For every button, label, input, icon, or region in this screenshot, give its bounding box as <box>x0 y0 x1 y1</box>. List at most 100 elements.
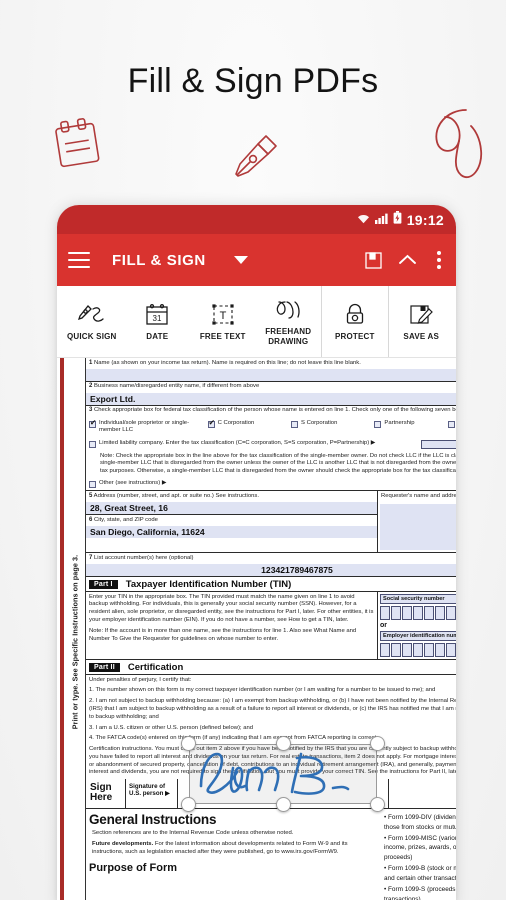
part2-item: 3. I am a U.S. citizen or other U.S. per… <box>89 724 254 731</box>
part2-title: Certification <box>127 661 184 673</box>
address-block: 5 Address (number, street, and apt. or s… <box>86 491 456 554</box>
part2-header: Part II Certification <box>86 660 456 676</box>
line7-input[interactable]: 123421789467875 <box>86 564 456 577</box>
free-text-icon: T <box>210 302 236 328</box>
form-line-2: 2 Business name/disregarded entity name,… <box>86 382 456 406</box>
quick-sign-icon <box>75 302 109 328</box>
tool-label: FREE TEXT <box>199 331 246 341</box>
w9-form-page: Print or type. See Specific Instructions… <box>60 358 456 900</box>
ein-input[interactable] <box>380 643 456 658</box>
general-p2: Future developments. For the latest info… <box>89 839 374 858</box>
line-number: 7 <box>89 554 93 561</box>
line2-input[interactable]: Export Ltd. <box>86 392 456 405</box>
form-line-6: 6 City, state, and ZIP code San Diego, C… <box>86 515 377 539</box>
part2-instructions: Certification instructions. You must cro… <box>89 746 456 776</box>
line-number: 5 <box>89 492 93 499</box>
part1-body: Enter your TIN in the appropriate box. T… <box>86 592 456 661</box>
tool-label: SAVE AS <box>403 331 440 341</box>
line-text: Check appropriate box for federal tax cl… <box>93 407 456 414</box>
requester-label: Requester's name and address (optional) <box>381 492 456 499</box>
part1-note: Note: If the account is in more than one… <box>89 627 357 642</box>
checkbox-label: Individual/sole proprietor or single-mem… <box>99 419 190 434</box>
purpose-of-form-title: Purpose of Form <box>89 862 178 875</box>
date-field-label[interactable]: Date ▶ <box>388 778 456 808</box>
save-as-icon <box>408 302 434 328</box>
line-number: 1 <box>89 359 93 366</box>
ssn-label: Social security number <box>380 594 456 605</box>
checkbox-individual[interactable] <box>89 419 96 428</box>
checkbox-s-corporation[interactable] <box>291 420 299 428</box>
part2-item: 2. I am not subject to backup withholdin… <box>89 698 456 720</box>
requester-input[interactable] <box>380 504 456 551</box>
checkbox-trust-estate[interactable] <box>448 420 456 428</box>
form-line-7: 7 List account number(s) here (optional)… <box>86 553 456 578</box>
bullet-item: • Form 1099-DIV (dividends, including th… <box>384 813 456 831</box>
tool-label: FREEHAND DRAWING <box>265 327 312 346</box>
fountain-pen-icon <box>222 126 284 188</box>
pdf-viewport[interactable]: Print or type. See Specific Instructions… <box>57 358 456 900</box>
line-text: List account number(s) here (optional) <box>93 554 194 561</box>
line-number: 3 <box>89 407 93 414</box>
kebab-menu-icon[interactable] <box>433 249 445 271</box>
tool-freehand-drawing[interactable]: FREEHAND DRAWING <box>256 286 322 357</box>
tool-save-as[interactable]: SAVE AS <box>387 286 455 357</box>
hamburger-icon[interactable] <box>68 252 90 268</box>
tool-label: PROTECT <box>334 331 375 341</box>
chevron-up-icon[interactable] <box>398 253 417 267</box>
ssn-input[interactable] <box>380 606 456 621</box>
tool-free-text[interactable]: T FREE TEXT <box>190 286 256 357</box>
form-side-label: Print or type. See Specific Instructions… <box>64 358 86 900</box>
line-text: City, state, and ZIP code <box>93 516 158 523</box>
llc-note: Note: Check the appropriate box in the l… <box>100 452 456 475</box>
page-title: Fill & Sign PDFs <box>127 62 379 100</box>
tool-date[interactable]: 31 DATE <box>125 286 191 357</box>
signature-field[interactable] <box>178 779 388 808</box>
part1-badge: Part I <box>89 579 118 589</box>
notepad-icon <box>48 112 106 174</box>
checkbox-partnership[interactable] <box>374 420 382 428</box>
calendar-icon: 31 <box>144 302 170 328</box>
checkbox-label: Partnership <box>384 419 415 426</box>
checkbox-c-corporation[interactable] <box>207 419 215 428</box>
checkbox-other[interactable] <box>89 481 96 489</box>
part1-title: Taxpayer Identification Number (TIN) <box>125 578 292 590</box>
line1-input[interactable] <box>86 368 456 381</box>
tax-classification-checkboxes: Individual/sole proprietor or single-mem… <box>86 417 456 437</box>
part2-item: 4. The FATCA code(s) entered on this for… <box>89 735 378 742</box>
tin-boxes: Social security number or Employer ident… <box>378 592 456 659</box>
general-p2-lead: Future developments. <box>92 840 154 847</box>
line-number: 6 <box>89 516 93 523</box>
ein-label: Employer identification number <box>380 631 456 642</box>
lock-icon <box>344 302 366 328</box>
sign-here-row: Sign Here Signature of U.S. person ▶ Dat… <box>86 778 456 809</box>
status-bar: 19:12 <box>57 205 456 234</box>
form-line-5: 5 Address (number, street, and apt. or s… <box>86 491 377 516</box>
part2-intro: Under penalties of perjury, I certify th… <box>89 676 192 683</box>
part1-header: Part I Taxpayer Identification Number (T… <box>86 577 456 593</box>
signature-squiggle-icon <box>423 104 499 184</box>
checkbox-llc[interactable] <box>89 441 96 449</box>
llc-classification-input[interactable] <box>421 440 456 450</box>
form-line-3: 3 Check appropriate box for federal tax … <box>86 406 456 492</box>
svg-text:31: 31 <box>153 314 162 323</box>
line6-input[interactable]: San Diego, California, 11624 <box>86 526 377 539</box>
line5-input[interactable]: 28, Great Street, 16 <box>86 502 377 515</box>
chevron-down-icon[interactable] <box>233 256 248 264</box>
promo-screenshot: Fill & Sign PDFs 19:12 FILL & SIGN QUICK… <box>0 0 506 900</box>
app-bar-title: FILL & SIGN <box>112 251 206 269</box>
signature-field-label: Signature of U.S. person ▶ <box>126 778 178 808</box>
battery-charging-icon <box>393 210 402 229</box>
general-instructions: General Instructions Section references … <box>86 809 456 900</box>
checkbox-label: C Corporation <box>217 419 255 426</box>
save-icon[interactable] <box>365 251 382 269</box>
form-1099-bullets: • Form 1099-DIV (dividends, including th… <box>378 809 456 900</box>
sign-here-label: Sign Here <box>86 778 126 808</box>
fill-sign-toolbar: QUICK SIGN 31 DATE T FREE TEXT FREEHAND … <box>57 286 456 358</box>
tool-protect[interactable]: PROTECT <box>321 286 388 357</box>
general-instructions-title: General Instructions <box>89 811 217 827</box>
app-bar: FILL & SIGN <box>57 234 456 286</box>
svg-text:T: T <box>219 310 226 322</box>
tool-quick-sign[interactable]: QUICK SIGN <box>59 286 125 357</box>
line-text: Address (number, street, and apt. or sui… <box>93 492 260 499</box>
part2-body: Under penalties of perjury, I certify th… <box>86 675 456 779</box>
